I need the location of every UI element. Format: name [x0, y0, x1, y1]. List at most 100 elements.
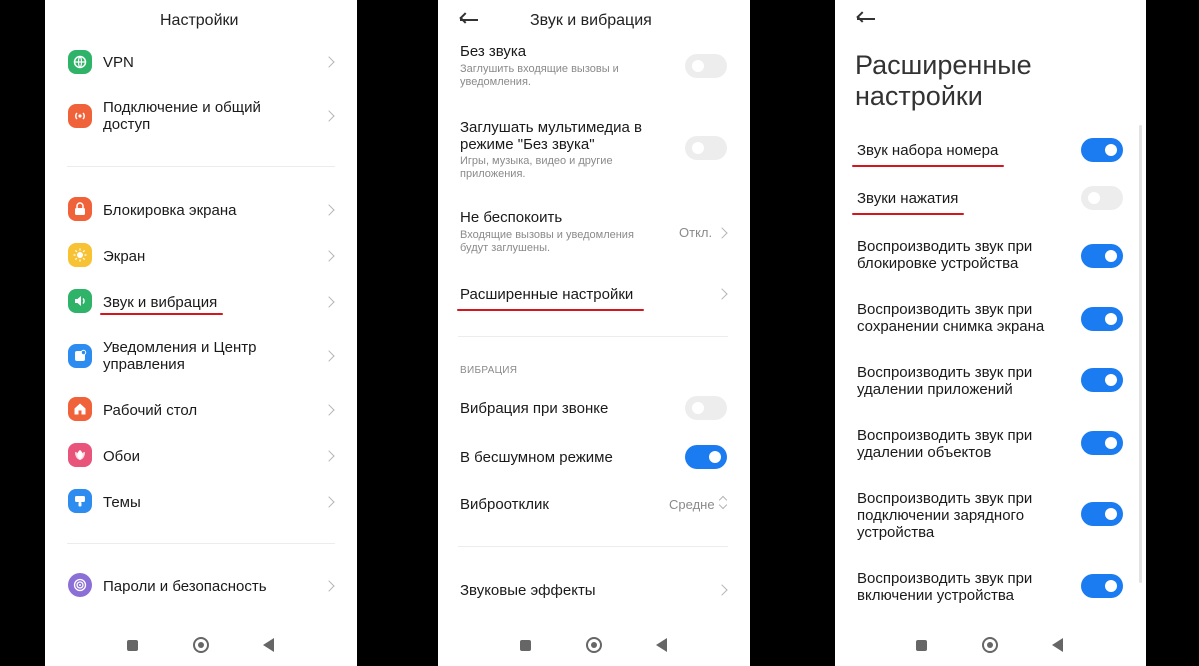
setting-label: Воспроизводить звук при блокировке устро…	[857, 238, 1033, 272]
chevron-right-icon	[323, 496, 335, 508]
highlight-underline	[852, 213, 964, 215]
highlight-underline	[100, 313, 223, 315]
recents-button[interactable]	[520, 640, 531, 651]
divider	[67, 543, 335, 544]
settings-screen: Настройки VPN Подключение и общий доступ…	[45, 0, 357, 666]
setting-vibrate-silent[interactable]: В бесшумном режиме	[438, 441, 750, 473]
page-title: Настройки	[160, 12, 239, 29]
chevron-right-icon	[323, 350, 335, 362]
setting-dial-pad-tones[interactable]: Звук набора номера	[835, 134, 1135, 166]
chevron-right-icon	[323, 580, 335, 592]
setting-touch-sounds[interactable]: Звуки нажатия	[835, 182, 1135, 214]
chevron-right-icon	[323, 56, 335, 68]
toggle-switch[interactable]	[1081, 502, 1123, 526]
settings-item-label: Темы	[103, 494, 141, 511]
setting-label: В бесшумном режиме	[460, 449, 613, 466]
setting-delete-sound[interactable]: Воспроизводить звук при удалении объекто…	[835, 425, 1135, 465]
setting-silent-mode[interactable]: Без звука Заглушить входящие вызовы и ув…	[438, 40, 750, 96]
setting-screenshot-sound[interactable]: Воспроизводить звук при сохранении снимк…	[835, 299, 1135, 339]
toggle-switch[interactable]	[1081, 186, 1123, 210]
setting-label: Звуковые эффекты	[460, 582, 596, 599]
advanced-settings-screen: Расширенные настройки Звук набора номера…	[835, 0, 1146, 666]
chevron-right-icon	[716, 584, 728, 596]
setting-charging-sound[interactable]: Воспроизводить звук при подключении заря…	[835, 488, 1135, 544]
setting-description: Игры, музыка, видео и другие приложения.	[460, 155, 613, 180]
settings-item-label: Уведомления и Центр управления	[103, 339, 257, 373]
setting-description: Заглушить входящие вызовы и уведомления.	[460, 63, 619, 88]
settings-item-security[interactable]: Пароли и безопасность	[45, 568, 357, 604]
toggle-switch[interactable]	[1081, 307, 1123, 331]
settings-item-label: Блокировка экрана	[103, 202, 237, 219]
display-icon	[68, 243, 92, 267]
chevron-right-icon	[323, 110, 335, 122]
highlight-underline	[457, 309, 644, 311]
back-arrow-icon[interactable]	[855, 11, 877, 27]
chevron-right-icon	[323, 250, 335, 262]
setting-label: Заглушать мультимедиа в режиме "Без звук…	[460, 119, 642, 153]
setting-label: Не беспокоить	[460, 209, 563, 226]
home-screen-icon	[68, 397, 92, 421]
setting-label: Звук набора номера	[857, 142, 999, 159]
settings-item-display[interactable]: Экран	[45, 238, 357, 274]
highlight-underline	[852, 165, 1004, 167]
lock-screen-icon	[68, 197, 92, 221]
settings-item-themes[interactable]: Темы	[45, 484, 357, 520]
setting-do-not-disturb[interactable]: Не беспокоить Входящие вызовы и уведомле…	[438, 204, 750, 260]
setting-uninstall-sound[interactable]: Воспроизводить звук при удалении приложе…	[835, 362, 1135, 402]
back-nav-button[interactable]	[263, 638, 274, 652]
toggle-switch[interactable]	[1081, 368, 1123, 392]
settings-item-home-screen[interactable]: Рабочий стол	[45, 392, 357, 428]
setting-vibrate-on-ring[interactable]: Вибрация при звонке	[438, 392, 750, 424]
chevron-right-icon	[323, 204, 335, 216]
setting-mute-media[interactable]: Заглушать мультимедиа в режиме "Без звук…	[438, 114, 750, 186]
recents-button[interactable]	[127, 640, 138, 651]
home-button[interactable]	[193, 637, 209, 653]
setting-haptic-feedback[interactable]: Виброотклик Средне	[438, 488, 750, 520]
home-button[interactable]	[586, 637, 602, 653]
chevron-right-icon	[716, 227, 728, 239]
setting-label: Без звука	[460, 43, 527, 60]
toggle-switch[interactable]	[685, 445, 727, 469]
setting-label: Виброотклик	[460, 496, 549, 513]
back-nav-button[interactable]	[1052, 638, 1063, 652]
settings-item-connection-sharing[interactable]: Подключение и общий доступ	[45, 94, 357, 138]
toggle-switch[interactable]	[1081, 431, 1123, 455]
toggle-switch[interactable]	[1081, 138, 1123, 162]
toggle-switch[interactable]	[685, 136, 727, 160]
setting-sound-effects[interactable]: Звуковые эффекты	[438, 574, 750, 606]
themes-icon	[68, 489, 92, 513]
back-arrow-icon[interactable]	[458, 12, 480, 28]
settings-item-wallpaper[interactable]: Обои	[45, 438, 357, 474]
scrollbar[interactable]	[1139, 125, 1142, 583]
chevron-right-icon	[323, 450, 335, 462]
toggle-switch[interactable]	[1081, 574, 1123, 598]
home-button[interactable]	[982, 637, 998, 653]
security-icon	[68, 573, 92, 597]
setting-power-on-sound[interactable]: Воспроизводить звук при включении устрой…	[835, 568, 1135, 608]
setting-value: Средне	[669, 497, 715, 512]
section-header: ВИБРАЦИЯ	[460, 365, 518, 376]
toggle-switch[interactable]	[685, 396, 727, 420]
toggle-switch[interactable]	[685, 54, 727, 78]
sound-vibration-screen: Звук и вибрация Без звука Заглушить вход…	[438, 0, 750, 666]
divider	[458, 336, 728, 337]
setting-lock-sound[interactable]: Воспроизводить звук при блокировке устро…	[835, 236, 1135, 276]
setting-label: Воспроизводить звук при подключении заря…	[857, 490, 1033, 541]
setting-label: Воспроизводить звук при сохранении снимк…	[857, 301, 1045, 335]
settings-item-label: Звук и вибрация	[103, 294, 218, 311]
settings-item-vpn[interactable]: VPN	[45, 44, 357, 80]
chevron-right-icon	[323, 296, 335, 308]
settings-item-lock-screen[interactable]: Блокировка экрана	[45, 192, 357, 228]
recents-button[interactable]	[916, 640, 927, 651]
setting-label: Воспроизводить звук при удалении приложе…	[857, 364, 1033, 398]
back-nav-button[interactable]	[656, 638, 667, 652]
settings-item-label: Обои	[103, 448, 140, 465]
setting-value: Откл.	[679, 225, 713, 240]
chevron-right-icon	[323, 404, 335, 416]
toggle-switch[interactable]	[1081, 244, 1123, 268]
settings-item-notifications[interactable]: Уведомления и Центр управления	[45, 334, 357, 378]
connection-sharing-icon	[68, 104, 92, 128]
setting-label: Воспроизводить звук при включении устрой…	[857, 570, 1033, 604]
wallpaper-icon	[68, 443, 92, 467]
divider	[67, 166, 335, 167]
